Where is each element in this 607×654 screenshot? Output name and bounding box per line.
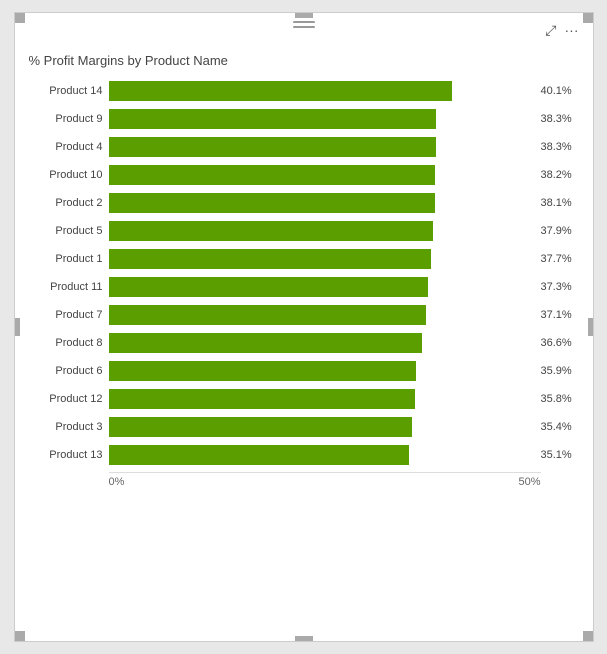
corner-handle-br[interactable] <box>583 631 593 641</box>
bar-container <box>109 81 537 101</box>
bar-container <box>109 137 537 157</box>
bar-fill <box>109 109 437 129</box>
bar-label: Product 14 <box>29 85 109 97</box>
bar-value: 35.1% <box>541 449 579 461</box>
corner-handle-tr[interactable] <box>583 13 593 23</box>
bar-label: Product 9 <box>29 113 109 125</box>
bar-value: 36.6% <box>541 337 579 349</box>
bar-fill <box>109 305 427 325</box>
bar-container <box>109 445 537 465</box>
bar-container <box>109 249 537 269</box>
bar-fill <box>109 249 432 269</box>
chart-title: % Profit Margins by Product Name <box>29 53 579 68</box>
bar-value: 38.1% <box>541 197 579 209</box>
bar-container <box>109 361 537 381</box>
bar-row: Product 3 35.4% <box>29 414 579 440</box>
edge-handle-top[interactable] <box>295 13 313 18</box>
edge-handle-bottom[interactable] <box>295 636 313 641</box>
bar-container <box>109 109 537 129</box>
bar-fill <box>109 165 436 185</box>
bar-value: 37.7% <box>541 253 579 265</box>
drag-handle[interactable] <box>293 21 315 28</box>
bar-fill <box>109 137 437 157</box>
corner-handle-tl[interactable] <box>15 13 25 23</box>
bar-label: Product 11 <box>29 281 109 293</box>
bar-value: 37.1% <box>541 309 579 321</box>
bar-container <box>109 417 537 437</box>
bar-row: Product 6 35.9% <box>29 358 579 384</box>
expand-icon[interactable]: ⤢ <box>545 23 556 37</box>
bar-label: Product 6 <box>29 365 109 377</box>
bar-container <box>109 277 537 297</box>
bar-fill <box>109 193 435 213</box>
more-options-icon[interactable]: ··· <box>565 23 579 37</box>
bar-row: Product 4 38.3% <box>29 134 579 160</box>
bar-container <box>109 193 537 213</box>
chart-card: ⤢ ··· % Profit Margins by Product Name P… <box>14 12 594 642</box>
bar-label: Product 10 <box>29 169 109 181</box>
bar-container <box>109 389 537 409</box>
corner-handle-bl[interactable] <box>15 631 25 641</box>
bar-value: 35.8% <box>541 393 579 405</box>
bar-row: Product 9 38.3% <box>29 106 579 132</box>
bar-row: Product 1 37.7% <box>29 246 579 272</box>
bar-row: Product 10 38.2% <box>29 162 579 188</box>
bar-row: Product 2 38.1% <box>29 190 579 216</box>
bar-label: Product 12 <box>29 393 109 405</box>
bar-value: 38.3% <box>541 141 579 153</box>
bar-value: 35.9% <box>541 365 579 377</box>
axis-max-label: 50% <box>518 476 540 488</box>
bar-fill <box>109 81 452 101</box>
bar-fill <box>109 333 422 353</box>
axis-row: 0% 50% <box>29 472 579 488</box>
bar-row: Product 11 37.3% <box>29 274 579 300</box>
bar-label: Product 13 <box>29 449 109 461</box>
bar-label: Product 3 <box>29 421 109 433</box>
bar-container <box>109 165 537 185</box>
bar-row: Product 12 35.8% <box>29 386 579 412</box>
bar-value: 38.3% <box>541 113 579 125</box>
bar-value: 37.3% <box>541 281 579 293</box>
bar-value: 35.4% <box>541 421 579 433</box>
bar-container <box>109 221 537 241</box>
chart-area: Product 14 40.1% Product 9 38.3% Product 4 38… <box>29 78 579 468</box>
bar-fill <box>109 277 428 297</box>
bar-value: 37.9% <box>541 225 579 237</box>
axis-min-label: 0% <box>109 476 125 488</box>
bar-label: Product 7 <box>29 309 109 321</box>
bar-label: Product 2 <box>29 197 109 209</box>
bar-fill <box>109 417 412 437</box>
bar-container <box>109 333 537 353</box>
bar-label: Product 1 <box>29 253 109 265</box>
bar-row: Product 14 40.1% <box>29 78 579 104</box>
bar-row: Product 8 36.6% <box>29 330 579 356</box>
edge-handle-left[interactable] <box>15 318 20 336</box>
bar-row: Product 7 37.1% <box>29 302 579 328</box>
bar-label: Product 5 <box>29 225 109 237</box>
bar-label: Product 4 <box>29 141 109 153</box>
edge-handle-right[interactable] <box>588 318 593 336</box>
bar-value: 40.1% <box>541 85 579 97</box>
bar-fill <box>109 389 415 409</box>
axis-labels: 0% 50% <box>109 472 541 488</box>
bar-value: 38.2% <box>541 169 579 181</box>
bar-container <box>109 305 537 325</box>
header-icons: ⤢ ··· <box>545 23 578 37</box>
bar-fill <box>109 221 433 241</box>
bar-fill <box>109 445 409 465</box>
bar-fill <box>109 361 416 381</box>
bar-label: Product 8 <box>29 337 109 349</box>
bar-row: Product 13 35.1% <box>29 442 579 468</box>
bar-row: Product 5 37.9% <box>29 218 579 244</box>
